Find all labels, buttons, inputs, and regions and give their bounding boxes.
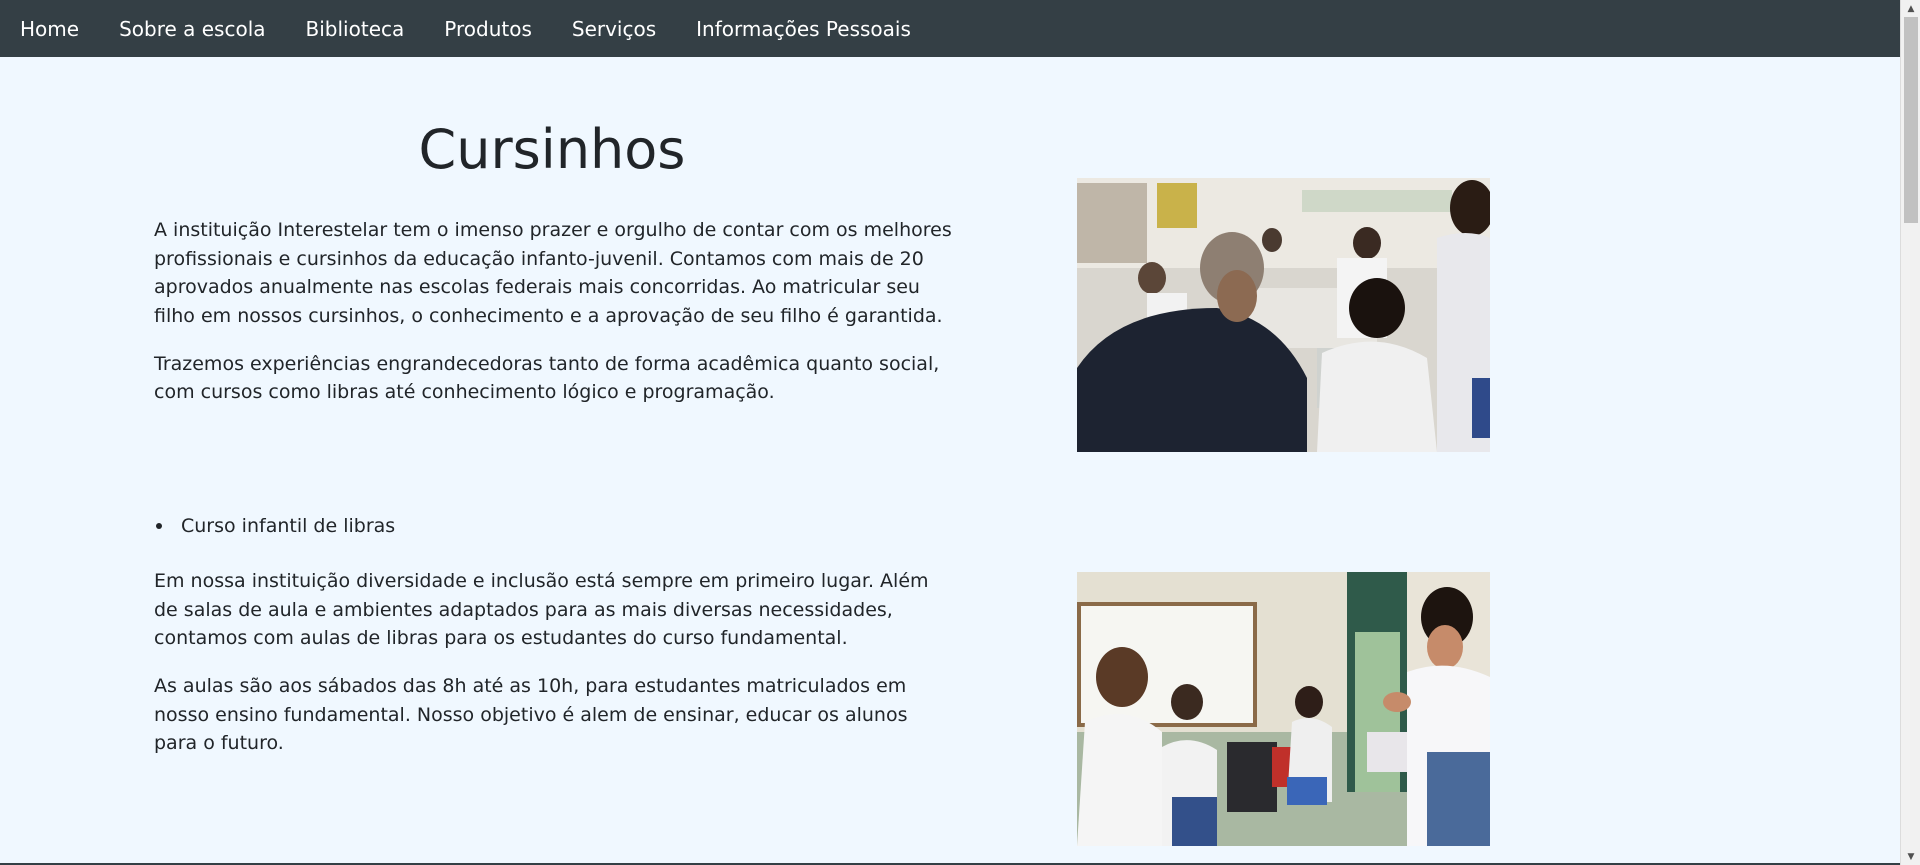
course-description: Em nossa instituição diversidade e inclu… [154,567,954,777]
vertical-scrollbar[interactable]: ▲ ▼ [1900,0,1920,865]
course-list: Curso infantil de libras [154,512,395,540]
course-paragraph: Em nossa instituição diversidade e inclu… [154,570,929,649]
intro-paragraph: A instituição Interestelar tem o imenso … [154,219,952,327]
list-item: Curso infantil de libras [154,512,395,540]
nav-biblioteca[interactable]: Biblioteca [306,17,405,41]
nav-informacoes-pessoais[interactable]: Informações Pessoais [696,17,911,41]
nav-servicos[interactable]: Serviços [572,17,656,41]
course-name: Curso infantil de libras [181,515,396,537]
scroll-down-arrow-icon[interactable]: ▼ [1901,848,1920,865]
nav-sobre-a-escola[interactable]: Sobre a escola [119,17,265,41]
bullet-icon [156,523,162,529]
scrollbar-thumb[interactable] [1904,17,1918,223]
nav-produtos[interactable]: Produtos [444,17,532,41]
libras-class-photo [1077,572,1490,846]
course-paragraph: As aulas são aos sábados das 8h até as 1… [154,675,908,754]
top-navbar: Home Sobre a escola Biblioteca Produtos … [0,0,1900,57]
nav-home[interactable]: Home [20,17,79,41]
page-title: Cursinhos [418,118,686,181]
intro-section: A instituição Interestelar tem o imenso … [154,216,954,426]
classroom-photo [1077,178,1490,452]
scroll-up-arrow-icon[interactable]: ▲ [1901,0,1920,17]
intro-paragraph: Trazemos experiências engrandecedoras ta… [154,352,940,404]
